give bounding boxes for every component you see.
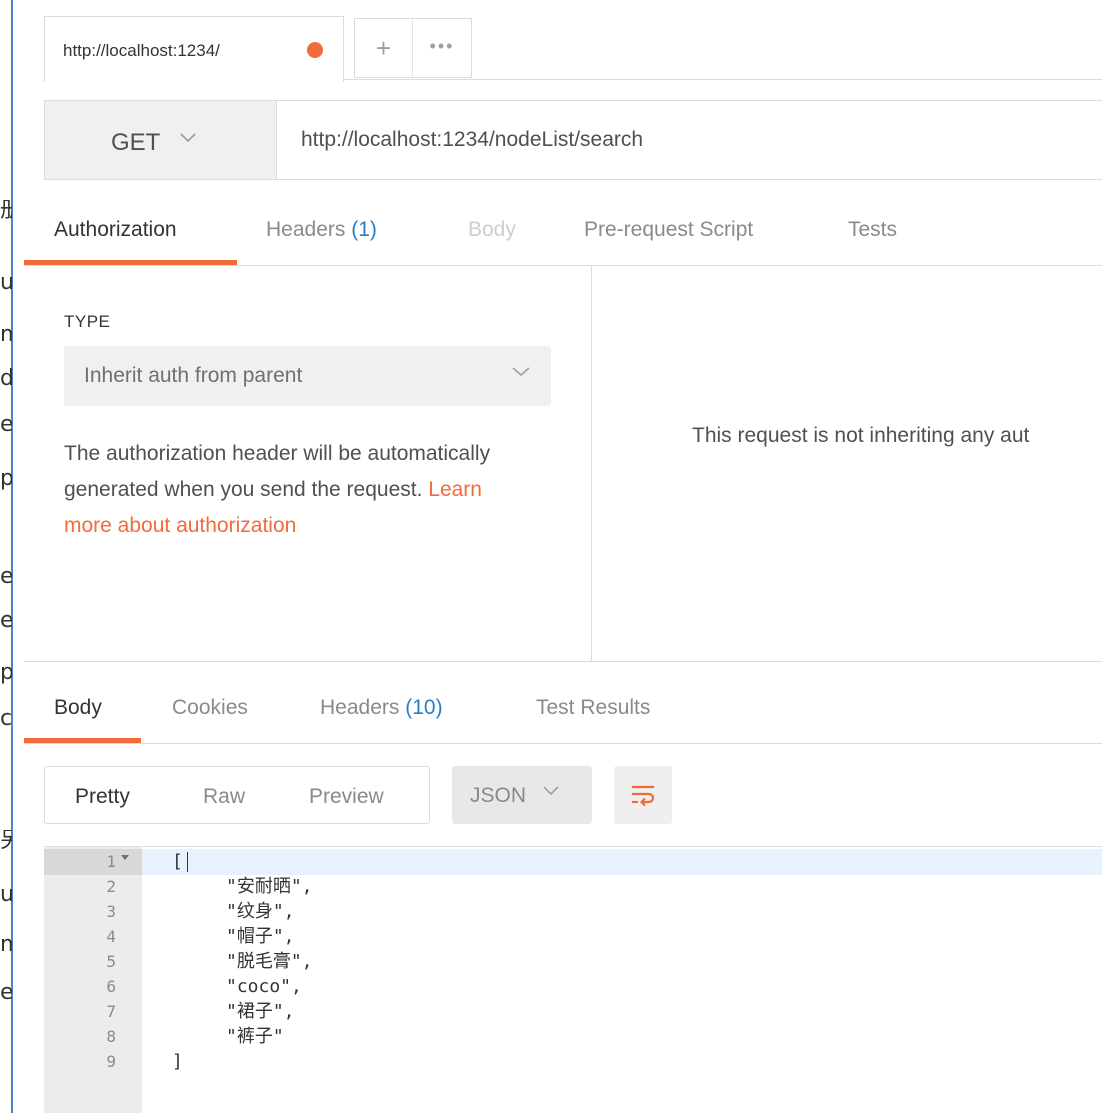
fold-arrow-icon[interactable] xyxy=(120,851,130,865)
response-headers-count: (10) xyxy=(405,696,443,719)
active-response-tab-underline xyxy=(24,738,141,743)
bg-text: ur xyxy=(0,884,12,906)
tab-authorization[interactable]: Authorization xyxy=(54,218,177,242)
bg-text: m xyxy=(0,934,12,956)
code-line: "安耐晒", xyxy=(226,876,313,897)
line-number: 8 xyxy=(106,1027,116,1046)
bg-text: ur xyxy=(0,272,12,294)
url-input[interactable]: http://localhost:1234/nodeList/search xyxy=(301,128,643,152)
background-window-strip: 册 ur m da e pa e e pa cc 另 ur m e xyxy=(0,0,24,1113)
bg-text: 另 xyxy=(0,830,12,852)
more-tabs-icon[interactable]: ••• xyxy=(413,19,471,77)
wrap-lines-button[interactable] xyxy=(614,766,672,824)
tab-headers-label: Headers xyxy=(266,218,346,241)
text-cursor xyxy=(187,852,188,872)
tab-response-body[interactable]: Body xyxy=(54,696,102,720)
bg-text: e xyxy=(0,566,12,588)
request-tab-title: http://localhost:1234/ xyxy=(63,41,220,60)
code-line: [ xyxy=(172,851,183,872)
bg-text: da xyxy=(0,368,12,390)
method-label: GET xyxy=(111,129,161,156)
tab-body[interactable]: Body xyxy=(468,218,516,242)
code-line: "coco", xyxy=(226,976,302,997)
pretty-button[interactable]: Pretty xyxy=(75,785,130,809)
line-number: 3 xyxy=(106,902,116,921)
preview-button[interactable]: Preview xyxy=(309,785,384,809)
request-tab-strip: http://localhost:1234/ + ••• xyxy=(24,0,1102,82)
code-line: "裙子", xyxy=(226,1001,295,1022)
auth-type-value: Inherit auth from parent xyxy=(84,364,303,387)
line-number: 4 xyxy=(106,927,116,946)
tab-test-results[interactable]: Test Results xyxy=(536,696,650,720)
request-tabs: Authorization Headers (1) Body Pre-reque… xyxy=(24,204,1102,266)
bg-text: pa xyxy=(0,468,12,490)
code-line: "纹身", xyxy=(226,901,295,922)
postman-main: http://localhost:1234/ + ••• GET http://… xyxy=(24,0,1102,1113)
tab-actions: + ••• xyxy=(354,18,472,78)
auth-type-panel: TYPE Inherit auth from parent The author… xyxy=(24,266,592,662)
line-number: 6 xyxy=(106,977,116,996)
code-line: "脱毛膏", xyxy=(226,951,313,972)
request-bar: GET http://localhost:1234/nodeList/searc… xyxy=(44,100,1102,180)
bg-text: 册 xyxy=(0,200,12,222)
tab-prerequest-script[interactable]: Pre-request Script xyxy=(584,218,753,242)
format-label: JSON xyxy=(470,784,527,807)
bg-text: m xyxy=(0,324,12,346)
auth-info-text: This request is not inheriting any aut xyxy=(692,424,1030,447)
request-tab[interactable]: http://localhost:1234/ xyxy=(44,16,344,82)
format-select[interactable]: JSON xyxy=(452,766,592,824)
line-number: 1 xyxy=(106,852,116,871)
line-number: 7 xyxy=(106,1002,116,1021)
chevron-down-icon xyxy=(542,780,560,806)
line-number: 2 xyxy=(106,877,116,896)
tab-headers[interactable]: Headers (1) xyxy=(266,218,377,242)
unsaved-dot-icon xyxy=(307,42,323,58)
auth-description: The authorization header will be automat… xyxy=(64,436,534,544)
code-line: "裤子" xyxy=(226,1026,284,1047)
wrap-lines-icon xyxy=(631,783,655,812)
line-number: 5 xyxy=(106,952,116,971)
method-select[interactable]: GET xyxy=(45,101,277,179)
raw-button[interactable]: Raw xyxy=(203,785,245,809)
code-line: "帽子", xyxy=(226,926,295,947)
tab-strip-divider xyxy=(344,79,1102,80)
chevron-down-icon xyxy=(511,360,531,388)
bg-text: pa xyxy=(0,662,12,684)
chevron-down-icon xyxy=(179,127,197,153)
active-tab-underline xyxy=(24,260,237,265)
view-mode-group: Pretty Raw Preview xyxy=(44,766,430,824)
bg-text: e xyxy=(0,414,12,436)
line-number: 9 xyxy=(106,1052,116,1071)
headers-count: (1) xyxy=(351,218,377,241)
tab-tests[interactable]: Tests xyxy=(848,218,897,242)
bg-text: e xyxy=(0,610,12,632)
auth-type-select[interactable]: Inherit auth from parent xyxy=(64,346,551,406)
response-tabs: Body Cookies Headers (10) Test Results xyxy=(24,682,1102,744)
tab-cookies[interactable]: Cookies xyxy=(172,696,248,720)
tab-response-headers[interactable]: Headers (10) xyxy=(320,696,443,720)
response-body-editor[interactable]: 1 2 3 4 5 6 7 8 9 [ "安耐晒", "纹身", "帽子", "… xyxy=(44,846,1102,1113)
tab-response-headers-label: Headers xyxy=(320,696,400,719)
type-label: TYPE xyxy=(64,312,111,331)
active-line-highlight xyxy=(142,849,1102,875)
auth-description-text: The authorization header will be automat… xyxy=(64,442,491,501)
new-tab-plus-icon[interactable]: + xyxy=(355,19,413,77)
bg-text: cc xyxy=(0,708,12,730)
bg-text: e xyxy=(0,982,12,1004)
code-line: ] xyxy=(172,1051,183,1072)
request-response-divider xyxy=(24,661,1102,662)
